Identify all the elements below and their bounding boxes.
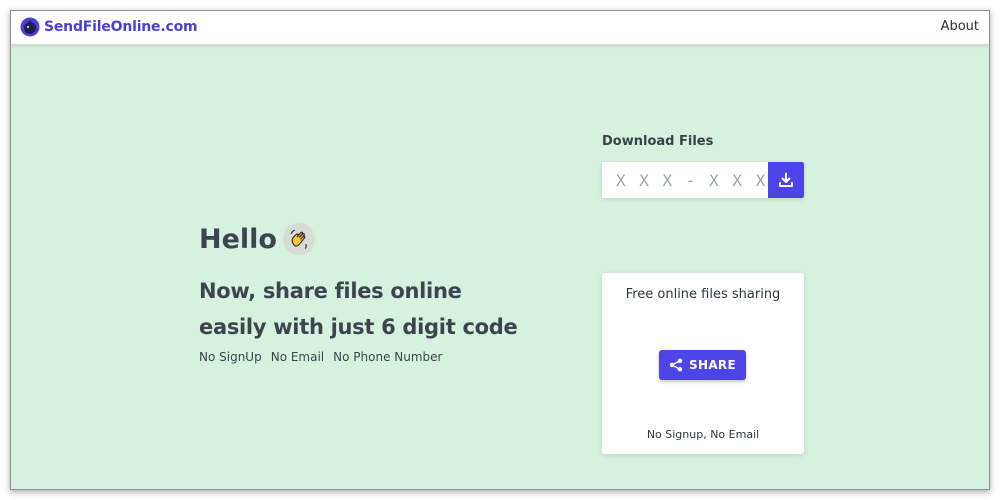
share-card: Free online files sharing SHARE No Signu… xyxy=(602,273,804,454)
share-footer-text: No Signup, No Email xyxy=(646,428,760,441)
share-button-label: SHARE xyxy=(689,358,736,372)
feature-list: No SignUp No Email No Phone Number xyxy=(199,350,442,364)
download-button[interactable] xyxy=(768,162,804,198)
browser-viewport: SendFileOnline.com About Hello Now, shar… xyxy=(10,10,990,490)
share-card-title: Free online files sharing xyxy=(625,287,781,302)
waving-hand-icon xyxy=(282,223,315,255)
share-button[interactable]: SHARE xyxy=(659,350,746,380)
download-code-group xyxy=(602,162,804,198)
feature-item: No SignUp xyxy=(199,350,262,364)
download-icon xyxy=(779,172,793,187)
hero-subtitle-line: easily with just 6 digit code xyxy=(199,315,518,339)
brand-link[interactable]: SendFileOnline.com xyxy=(20,17,198,37)
logo-icon xyxy=(20,17,40,37)
feature-item: No Phone Number xyxy=(333,350,443,364)
about-link[interactable]: About xyxy=(941,19,979,34)
hero-greeting: Hello xyxy=(199,223,315,255)
hero-title: Hello xyxy=(199,223,277,255)
brand-name: SendFileOnline.com xyxy=(44,19,198,35)
feature-item: No Email xyxy=(270,350,325,364)
code-input[interactable] xyxy=(602,162,768,198)
hero-subtitle-line: Now, share files online xyxy=(199,279,462,303)
share-icon xyxy=(669,358,683,372)
hero-subtitle: Now, share files online easily with just… xyxy=(199,273,559,345)
download-heading: Download Files xyxy=(602,134,714,149)
navbar: SendFileOnline.com About xyxy=(11,11,989,45)
